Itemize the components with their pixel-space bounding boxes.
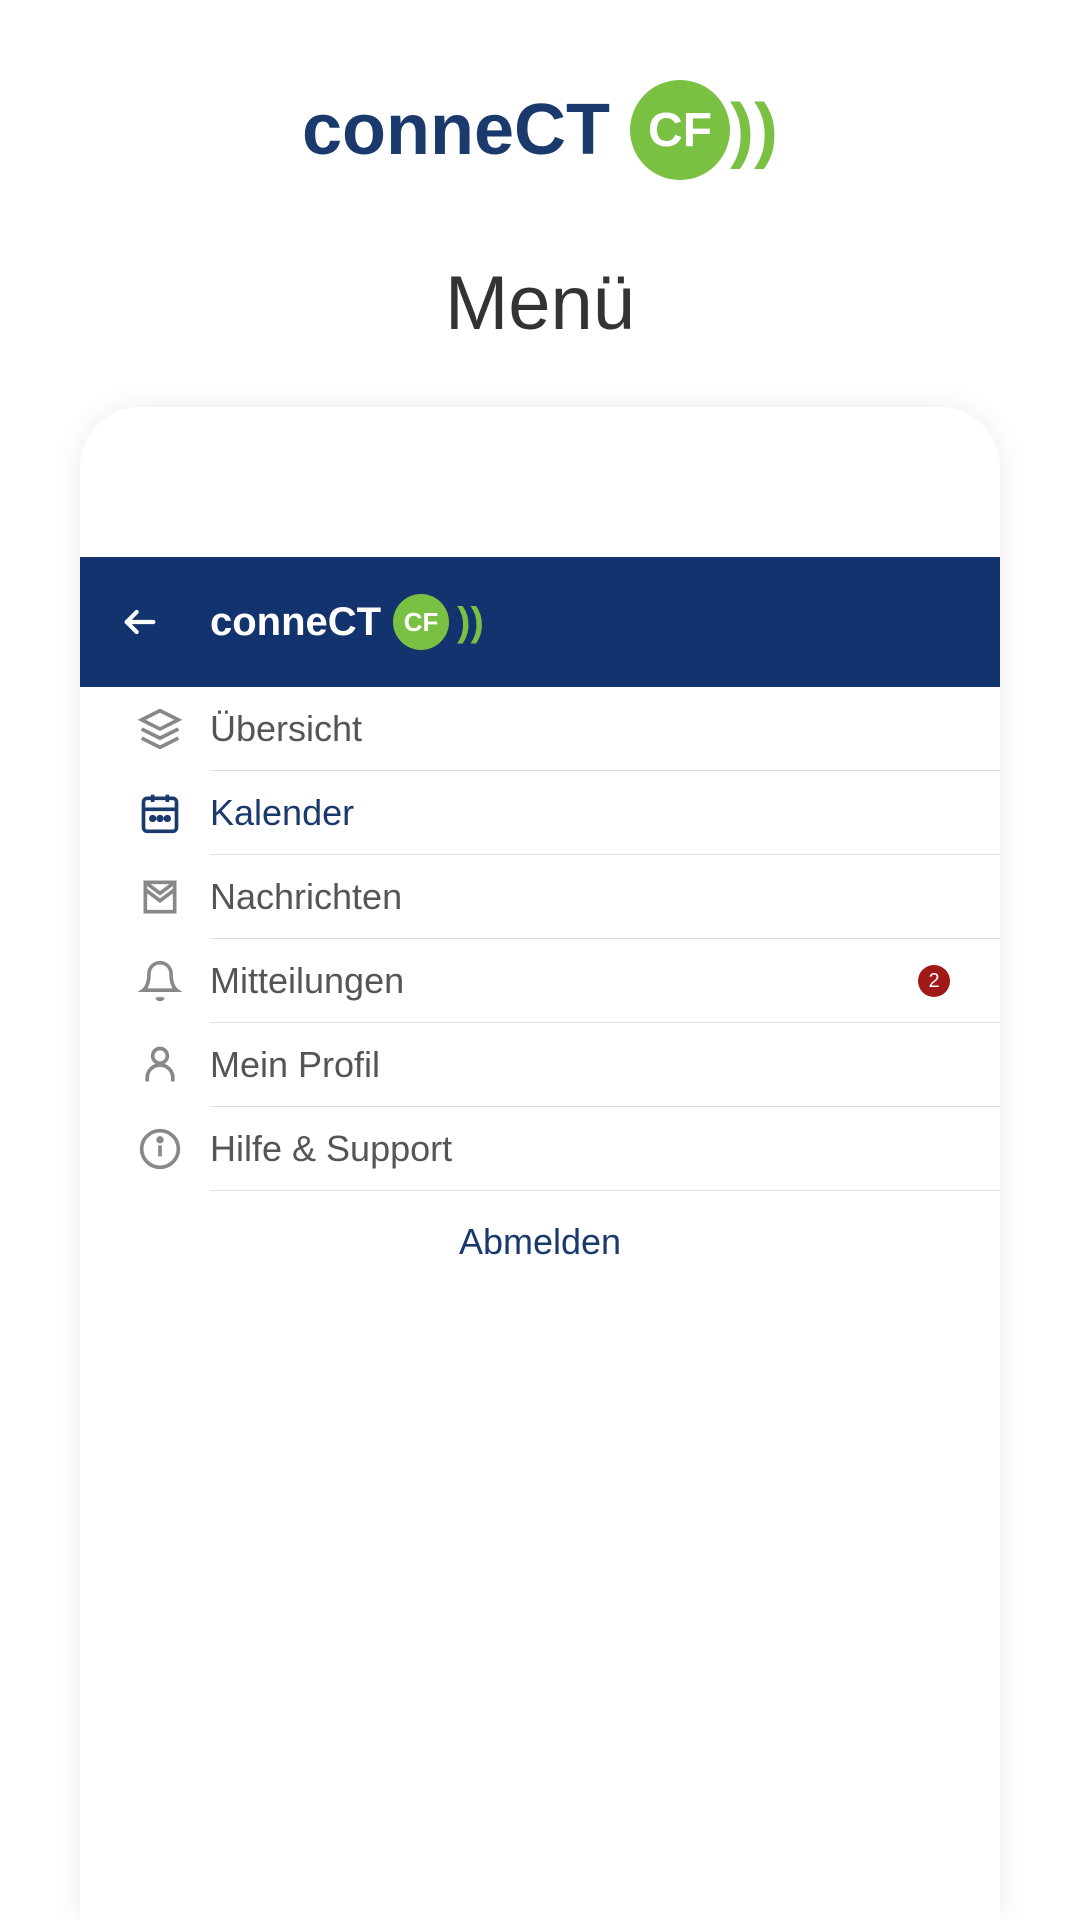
menu-item-profile[interactable]: Mein Profil — [80, 1023, 1000, 1107]
phone-inner: conneCT CF )) Übersicht Kalender — [80, 407, 1000, 1920]
outer-logo: conneCT CF )) — [302, 80, 778, 180]
outer-logo-text: conneCT — [302, 89, 610, 171]
header-logo: conneCT CF )) — [210, 594, 484, 650]
sound-waves-icon: )) — [730, 112, 778, 148]
header-logo-text: conneCT — [210, 600, 381, 645]
back-arrow-icon[interactable] — [120, 602, 160, 642]
menu-list: Übersicht Kalender Nachrichten — [80, 687, 1000, 1293]
phone-frame: conneCT CF )) Übersicht Kalender — [80, 407, 1000, 1920]
menu-item-label: Nachrichten — [210, 876, 970, 918]
header-cf-circle: CF — [393, 594, 449, 650]
layers-icon — [110, 707, 210, 751]
user-icon — [110, 1043, 210, 1087]
logout-button[interactable]: Abmelden — [80, 1191, 1000, 1293]
menu-item-label: Kalender — [210, 792, 970, 834]
menu-item-help[interactable]: Hilfe & Support — [80, 1107, 1000, 1191]
app-header: conneCT CF )) — [80, 557, 1000, 687]
menu-item-notifications[interactable]: Mitteilungen 2 — [80, 939, 1000, 1023]
info-icon — [110, 1127, 210, 1171]
menu-item-messages[interactable]: Nachrichten — [80, 855, 1000, 939]
menu-item-label: Hilfe & Support — [210, 1128, 970, 1170]
bell-icon — [110, 959, 210, 1003]
calendar-icon — [110, 791, 210, 835]
header-sound-waves-icon: )) — [457, 600, 484, 645]
cf-badge: CF )) — [630, 80, 778, 180]
notification-badge: 2 — [918, 965, 950, 997]
menu-item-label: Mein Profil — [210, 1044, 970, 1086]
cf-circle: CF — [630, 80, 730, 180]
page-title: Menü — [445, 260, 635, 347]
menu-item-label: Übersicht — [210, 708, 970, 750]
menu-item-calendar[interactable]: Kalender — [80, 771, 1000, 855]
menu-item-overview[interactable]: Übersicht — [80, 687, 1000, 771]
mail-icon — [110, 875, 210, 919]
menu-item-label: Mitteilungen — [210, 960, 918, 1002]
